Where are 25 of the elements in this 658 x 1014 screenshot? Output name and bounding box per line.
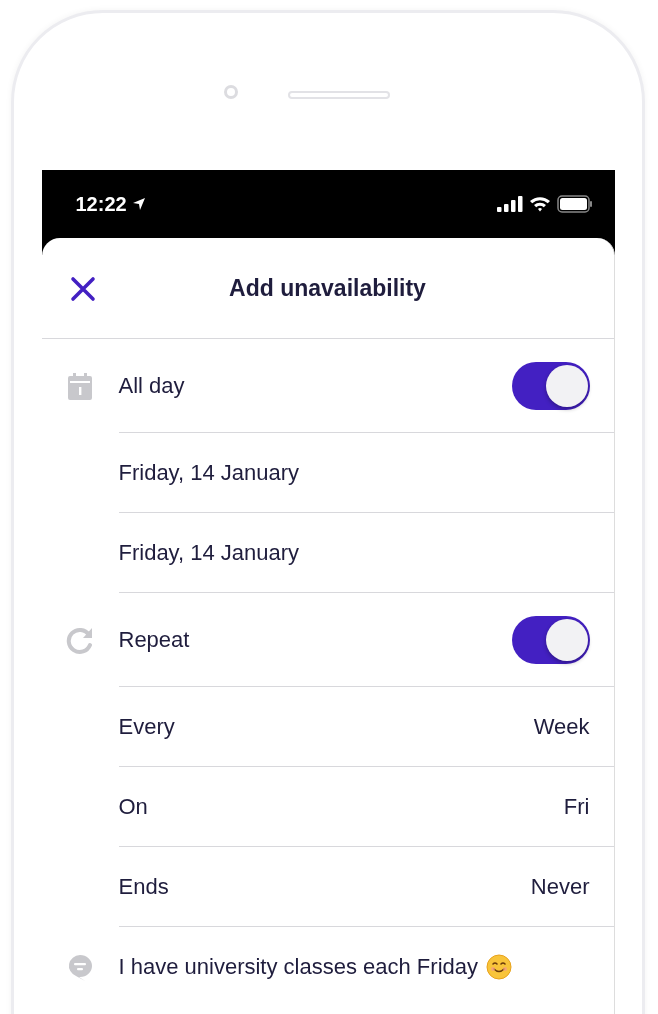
toggle-switch[interactable] <box>511 615 590 664</box>
screen-title: Add unavailability <box>229 274 426 302</box>
row-label: Ends <box>118 873 169 900</box>
row-label: All day <box>118 372 185 399</box>
wifi-icon <box>528 196 551 212</box>
date-value[interactable]: Friday, 14 January <box>118 539 300 566</box>
option-value[interactable]: Fri <box>563 793 590 820</box>
location-arrow-icon <box>131 197 146 211</box>
option-value[interactable]: Week <box>533 713 590 740</box>
row-label: Every <box>118 713 175 740</box>
status-time: 12:22 <box>75 192 127 216</box>
row-label: Repeat <box>118 626 190 653</box>
close-button[interactable] <box>69 276 96 302</box>
option-value[interactable]: Never <box>530 873 590 900</box>
battery-icon <box>556 195 593 213</box>
row-label: On <box>118 793 148 820</box>
date-value[interactable]: Friday, 14 January <box>118 459 300 486</box>
calendar-icon <box>67 372 93 400</box>
signal-icon <box>496 196 523 212</box>
camera-icon <box>224 85 238 99</box>
chat-icon <box>66 953 94 981</box>
smiling-face-icon <box>486 954 512 980</box>
toggle-switch[interactable] <box>511 361 590 410</box>
repeat-icon <box>65 625 95 655</box>
note-text: I have university classes each Friday <box>118 954 478 980</box>
